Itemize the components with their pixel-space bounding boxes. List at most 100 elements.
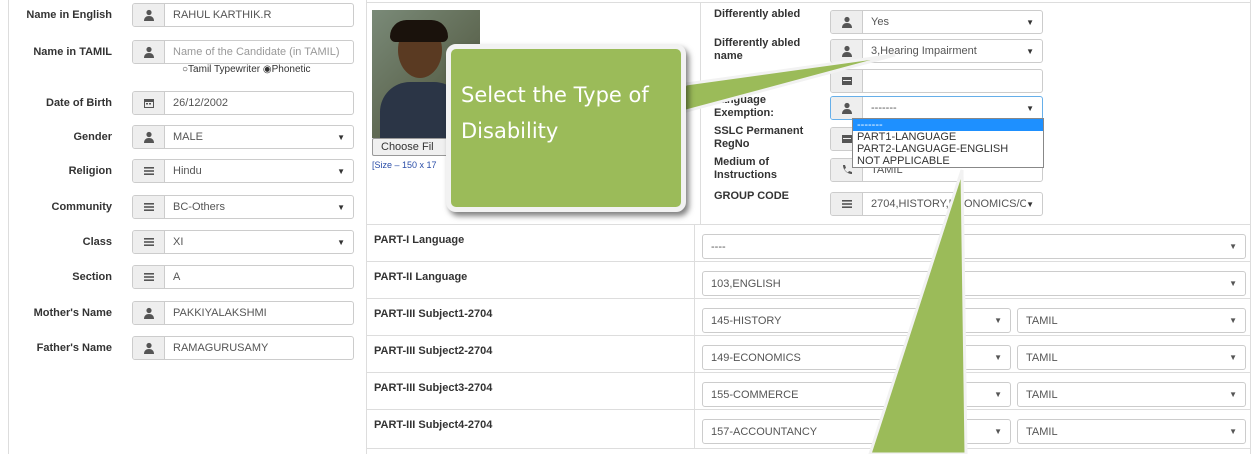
part-i-language-select[interactable]: ---- ▼ (702, 234, 1246, 259)
dropdown-option[interactable]: NOT APPLICABLE (853, 155, 1043, 167)
religion-value: Hindu (173, 165, 202, 177)
dropdown-option[interactable]: PART1-LANGUAGE (853, 131, 1043, 143)
choose-file-button[interactable]: Choose Fil (372, 138, 452, 156)
part-iii-subject1-2704-select[interactable]: 145-HISTORY ▼ (702, 308, 1011, 333)
chevron-down-icon: ▼ (1229, 279, 1237, 288)
group-code-select[interactable]: 2704,HISTORY,ECONOMICS/CC ▼ (830, 192, 1043, 216)
user-icon (133, 337, 165, 359)
differently-abled-value: Yes (871, 16, 889, 28)
label-date-of-birth: Date of Birth (46, 97, 112, 109)
class-value: XI (173, 236, 184, 248)
language-exemption-dropdown-list: ------- PART1-LANGUAGE PART2-LANGUAGE-ENGL… (852, 118, 1044, 168)
mother-s-name-field[interactable]: PAKKIYALAKSHMI (132, 301, 354, 325)
field-2-field[interactable] (830, 69, 1043, 93)
part-i-language-value: ---- (711, 240, 726, 253)
label-sslc-permanent-regno: SSLC Permanent RegNo (714, 125, 804, 150)
language-exemption-value: ------- (871, 102, 897, 114)
name-in-tamil-field[interactable]: Name of the Candidate (in TAMIL) (132, 40, 354, 64)
chevron-down-icon: ▼ (1026, 103, 1034, 113)
label-part-i-language: PART-I Language (374, 234, 465, 246)
community-select[interactable]: BC-Others ▼ (132, 195, 354, 219)
name-in-english-value: RAHUL KARTHIK.R (173, 9, 272, 21)
label-section: Section (72, 271, 112, 283)
differently-abled-select[interactable]: Yes ▼ (830, 10, 1043, 34)
user-icon (133, 41, 165, 63)
section-field[interactable]: A (132, 265, 354, 289)
label-part-ii-language: PART-II Language (374, 271, 468, 283)
chevron-down-icon: ▼ (994, 316, 1002, 325)
label-religion: Religion (68, 165, 112, 177)
community-value: BC-Others (173, 201, 225, 213)
field-2-value (863, 70, 1042, 92)
chevron-down-icon: ▼ (994, 353, 1002, 362)
phonetic-radio[interactable]: ◉ (263, 64, 272, 75)
name-in-english-field[interactable]: RAHUL KARTHIK.R (132, 3, 354, 27)
user-icon (133, 126, 165, 148)
calendar-icon (133, 92, 165, 114)
part-iii-subject2-2704-medium-select[interactable]: TAMIL ▼ (1017, 345, 1246, 370)
part-iii-subject4-2704-medium-select[interactable]: TAMIL ▼ (1017, 419, 1246, 444)
chevron-down-icon: ▼ (337, 237, 345, 247)
label-part-iii-subject1-2704: PART-III Subject1-2704 (374, 308, 493, 320)
phonetic-label: Phonetic (271, 64, 311, 75)
differently-abled-name-select[interactable]: 3,Hearing Impairment ▼ (830, 39, 1043, 63)
chevron-down-icon: ▼ (1229, 316, 1237, 325)
list-icon (133, 160, 165, 182)
dropdown-option[interactable]: ------- (853, 119, 1043, 131)
disability-callout: Select the Type of Disability (446, 44, 686, 212)
part-ii-language-select[interactable]: 103,ENGLISH ▼ (702, 271, 1246, 296)
language-exemption-select[interactable]: ------- ▼ (830, 96, 1043, 120)
section-value: A (173, 271, 181, 283)
tamil-typewriter-label: Tamil Typewriter (188, 64, 261, 75)
label-medium-of-instructions: Medium of Instructions (714, 156, 777, 181)
label-gender: Gender (73, 131, 112, 143)
medium-value: TAMIL (1026, 351, 1058, 364)
chevron-down-icon: ▼ (337, 132, 345, 142)
father-s-name-value: RAMAGURUSAMY (173, 342, 269, 354)
date-of-birth-value: 26/12/2002 (173, 97, 229, 109)
medium-value: TAMIL (1026, 425, 1058, 438)
part-iii-subject1-2704-medium-select[interactable]: TAMIL ▼ (1017, 308, 1246, 333)
medium-value: TAMIL (1026, 388, 1058, 401)
part-iii-subject3-2704-value: 155-COMMERCE (711, 388, 799, 401)
gender-select[interactable]: MALE ▼ (132, 125, 354, 149)
chevron-down-icon: ▼ (1229, 427, 1237, 436)
chevron-down-icon: ▼ (1026, 46, 1034, 56)
label-mother-s-name: Mother's Name (33, 307, 112, 319)
father-s-name-field[interactable]: RAMAGURUSAMY (132, 336, 354, 360)
group-code-value: 2704,HISTORY,ECONOMICS/CC (871, 198, 1027, 210)
list-icon (133, 196, 165, 218)
label-part-iii-subject3-2704: PART-III Subject3-2704 (374, 382, 493, 394)
list-icon (133, 231, 165, 253)
gender-value: MALE (173, 131, 203, 143)
label-community: Community (51, 201, 113, 213)
label-father-s-name: Father's Name (36, 342, 112, 354)
id-card-icon (831, 70, 863, 92)
label-part-iii-subject2-2704: PART-III Subject2-2704 (374, 345, 493, 357)
part-iii-subject1-2704-value: 145-HISTORY (711, 314, 782, 327)
part-iii-subject3-2704-medium-select[interactable]: TAMIL ▼ (1017, 382, 1246, 407)
label-name-in-english: Name in English (26, 9, 112, 21)
label-differently-abled-name: Differently abled name (714, 37, 801, 62)
part-iii-subject4-2704-select[interactable]: 157-ACCOUNTANCY ▼ (702, 419, 1011, 444)
chevron-down-icon: ▼ (994, 390, 1002, 399)
chevron-down-icon: ▼ (994, 427, 1002, 436)
class-select[interactable]: XI ▼ (132, 230, 354, 254)
chevron-down-icon: ▼ (337, 166, 345, 176)
chevron-down-icon: ▼ (1026, 17, 1034, 27)
differently-abled-name-value: 3,Hearing Impairment (871, 45, 977, 57)
dropdown-option[interactable]: PART2-LANGUAGE-ENGLISH (853, 143, 1043, 155)
label-part-iii-subject4-2704: PART-III Subject4-2704 (374, 419, 493, 431)
part-iii-subject3-2704-select[interactable]: 155-COMMERCE ▼ (702, 382, 1011, 407)
date-of-birth-field[interactable]: 26/12/2002 (132, 91, 354, 115)
chevron-down-icon: ▼ (1026, 199, 1034, 209)
chevron-down-icon: ▼ (337, 202, 345, 212)
tamil-input-options: ○Tamil Typewriter ◉Phonetic (182, 64, 311, 75)
medium-value: TAMIL (1026, 314, 1058, 327)
religion-select[interactable]: Hindu ▼ (132, 159, 354, 183)
part-ii-language-value: 103,ENGLISH (711, 277, 781, 290)
part-iii-subject2-2704-select[interactable]: 149-ECONOMICS ▼ (702, 345, 1011, 370)
callout-text: Select the Type of Disability (461, 83, 649, 143)
user-icon (133, 302, 165, 324)
label-name-in-tamil: Name in TAMIL (33, 46, 112, 58)
